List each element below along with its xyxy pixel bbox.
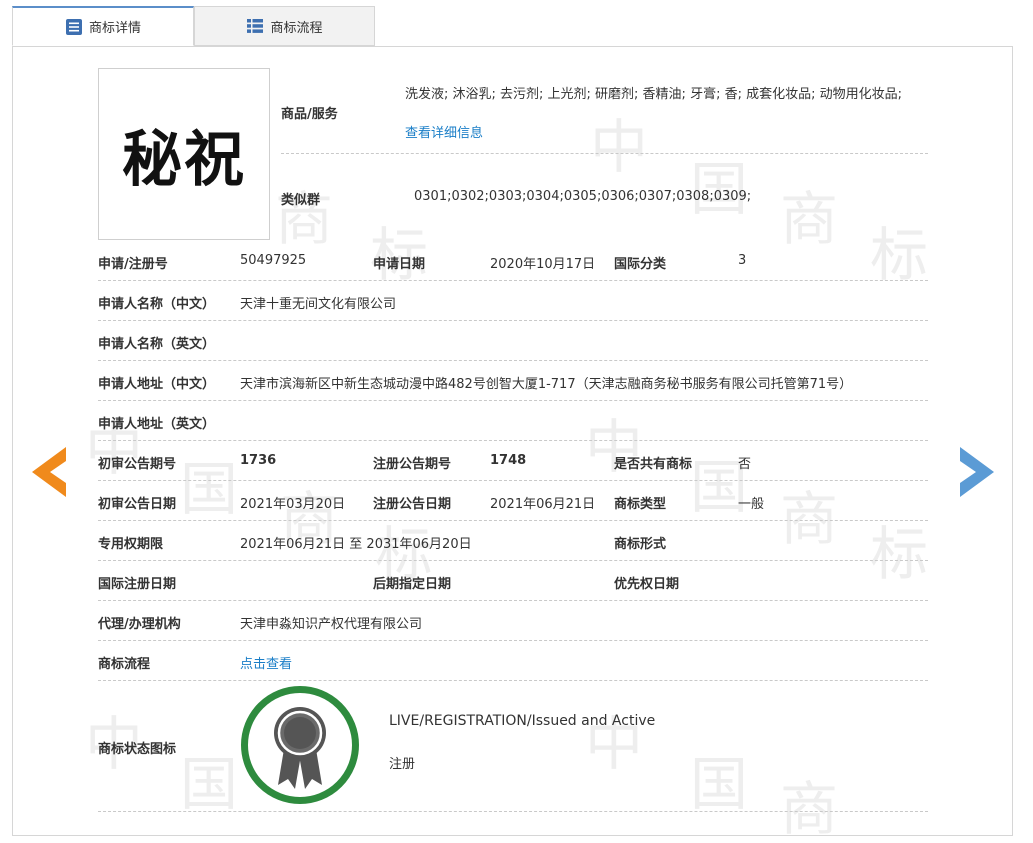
apply-date-value: 2020年10月17日 [490,257,596,272]
similar-group-value: 0301;0302;0303;0304;0305;0306;0307;0308;… [414,189,752,204]
view-detail-link[interactable]: 查看详细信息 [405,122,483,141]
prelim-issue-value: 1736 [240,453,277,468]
reg-date-value: 2021年06月21日 [490,497,596,512]
divider [98,560,928,561]
status-badge [241,686,359,804]
watermark: 商 [780,185,839,253]
prelim-issue-label: 初审公告期号 [98,457,177,472]
divider [98,440,928,441]
divider [98,320,928,321]
divider [98,600,928,601]
intl-reg-date-label: 国际注册日期 [98,577,177,592]
reg-no-label: 申请/注册号 [98,257,168,272]
priority-date-label: 优先权日期 [614,577,680,592]
agent-value: 天津申淼知识产权代理有限公司 [240,617,423,632]
address-en-label: 申请人地址（英文） [98,417,216,432]
watermark: 国 [690,750,749,818]
reg-date-label: 注册公告日期 [373,497,452,512]
watermark: 国 [180,455,239,523]
term-label: 专用权期限 [98,537,164,552]
list-flow-icon [247,19,264,33]
divider [98,640,928,641]
list-detail-icon [65,18,82,35]
divider [98,680,928,681]
reg-issue-label: 注册公告期号 [373,457,452,472]
status-en-value: LIVE/REGISTRATION/Issued and Active [389,713,656,729]
divider [98,360,928,361]
shared-value: 否 [738,457,752,472]
similar-group-label: 类似群 [281,193,321,208]
tab-bar: 商标详情 商标流程 [12,6,375,47]
watermark: 标 [870,221,929,289]
watermark: 标 [870,520,929,588]
chevron-right-icon[interactable] [960,447,994,497]
tm-type-value: 一般 [738,497,765,512]
status-icon-label: 商标状态图标 [98,742,177,757]
tm-type-label: 商标类型 [614,497,667,512]
term-value: 2021年06月21日 至 2031年06月20日 [240,537,472,552]
status-cn-value: 注册 [389,757,416,772]
address-cn-label: 申请人地址（中文） [98,377,216,392]
goods-label: 商品/服务 [281,107,338,122]
divider [98,400,928,401]
divider [98,280,928,281]
chevron-left-icon[interactable] [32,447,66,497]
intl-class-label: 国际分类 [614,257,667,272]
agent-label: 代理/办理机构 [98,617,181,632]
applicant-cn-value: 天津十重无间文化有限公司 [240,297,397,312]
tab-label: 商标流程 [270,20,323,36]
address-cn-value: 天津市滨海新区中新生态城动漫中路482号创智大厦1-717（天津志融商务秘书服务… [240,377,853,392]
trademark-logo-text: 秘祝 [122,124,246,195]
watermark: 商 [780,775,839,843]
shared-label: 是否共有商标 [614,457,693,472]
intl-class-value: 3 [738,253,747,268]
prelim-date-label: 初审公告日期 [98,497,177,512]
trademark-image: 秘祝 [98,68,270,240]
tm-form-label: 商标形式 [614,537,667,552]
later-date-label: 后期指定日期 [373,577,452,592]
goods-value: 洗发液; 沐浴乳; 去污剂; 上光剂; 研磨剂; 香精油; 牙膏; 香; 成套化… [405,87,902,102]
tab-trademark-flow[interactable]: 商标流程 [194,6,375,46]
watermark: 国 [180,750,239,818]
process-label: 商标流程 [98,657,151,672]
divider [98,811,928,812]
divider [98,520,928,521]
watermark: 商 [780,485,839,553]
reg-no-value: 50497925 [240,253,307,268]
medal-icon [274,707,326,789]
apply-date-label: 申请日期 [373,257,426,272]
watermark: 中 [590,113,649,181]
applicant-en-label: 申请人名称（英文） [98,337,216,352]
divider [98,480,928,481]
tab-trademark-detail[interactable]: 商标详情 [12,6,194,46]
tab-label: 商标详情 [88,21,141,36]
divider [281,153,928,154]
prelim-date-value: 2021年03月20日 [240,497,346,512]
view-process-link[interactable]: 点击查看 [240,653,292,672]
applicant-cn-label: 申请人名称（中文） [98,297,216,312]
reg-issue-value: 1748 [490,453,527,468]
